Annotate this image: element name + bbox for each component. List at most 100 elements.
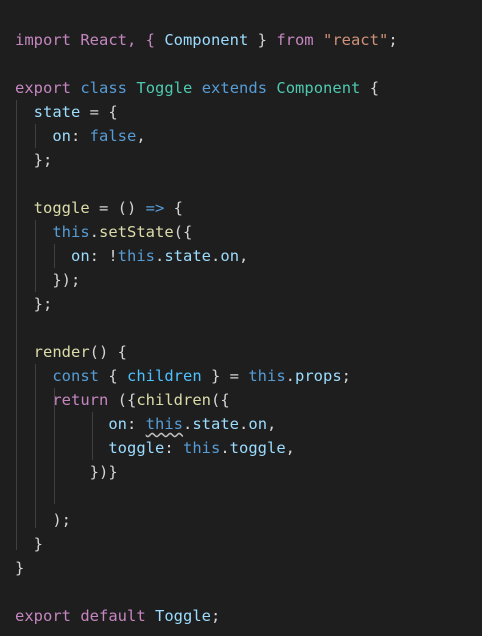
code-token: toggle xyxy=(229,439,286,457)
code-token: : xyxy=(71,127,90,145)
code-token: } = xyxy=(201,367,249,385)
code-token: this xyxy=(248,367,286,385)
code-token: state xyxy=(192,415,240,433)
code-line[interactable]: }); xyxy=(15,268,398,292)
code-line[interactable] xyxy=(15,52,398,76)
code-token: class xyxy=(80,79,128,97)
code-token: { xyxy=(164,199,184,217)
code-token: Component xyxy=(164,31,249,49)
code-line[interactable]: export default Toggle; xyxy=(15,604,398,628)
code-line[interactable] xyxy=(15,484,398,508)
code-text[interactable]: import React, { Component } from "react"… xyxy=(15,28,398,628)
code-line[interactable]: on: this.state.on, xyxy=(15,412,398,436)
code-line[interactable]: })} xyxy=(15,460,398,484)
code-line[interactable]: }; xyxy=(15,292,398,316)
code-token: }); xyxy=(15,271,81,289)
code-token: ({ xyxy=(210,391,230,409)
code-token: toggle xyxy=(33,199,90,217)
code-token: . xyxy=(183,415,193,433)
code-token: => xyxy=(145,199,165,217)
code-token: Toggle xyxy=(136,79,193,97)
code-token: on xyxy=(52,127,71,145)
code-token: Toggle xyxy=(155,607,212,625)
code-line[interactable]: } xyxy=(15,532,398,556)
code-token: state xyxy=(164,247,212,265)
code-token: on xyxy=(248,415,268,433)
code-token: : xyxy=(164,439,183,457)
code-token: . xyxy=(285,367,295,385)
code-line[interactable]: on: false, xyxy=(15,124,398,148)
code-token: export xyxy=(15,607,71,625)
code-line[interactable] xyxy=(15,316,398,340)
code-token: return xyxy=(52,391,109,409)
code-line[interactable]: state = { xyxy=(15,100,398,124)
code-token: children xyxy=(136,391,211,409)
code-token: export xyxy=(15,79,71,97)
code-token: on xyxy=(220,247,240,265)
code-token: this xyxy=(117,247,155,265)
code-token: = () xyxy=(89,199,146,217)
code-token: setState xyxy=(99,223,174,241)
code-line[interactable] xyxy=(15,580,398,604)
code-token: Component xyxy=(276,79,361,97)
code-line[interactable]: import React, { Component } from "react"… xyxy=(15,28,398,52)
code-token: , xyxy=(239,247,249,265)
code-token: on xyxy=(71,247,90,265)
code-token: } xyxy=(248,31,277,49)
code-token: ; xyxy=(211,607,221,625)
code-token: , xyxy=(267,415,277,433)
code-line[interactable] xyxy=(15,172,398,196)
code-token: () { xyxy=(89,343,127,361)
code-token: import React, { xyxy=(15,31,165,49)
code-token: ); xyxy=(15,511,71,529)
code-token: } xyxy=(15,559,25,577)
code-line[interactable]: toggle = () => { xyxy=(15,196,398,220)
code-token: ({ xyxy=(173,223,193,241)
code-line[interactable]: this.setState({ xyxy=(15,220,398,244)
code-token: ; xyxy=(388,31,398,49)
code-token: children xyxy=(127,367,202,385)
code-line[interactable]: const { children } = this.props; xyxy=(15,364,398,388)
code-token: from xyxy=(276,31,314,49)
code-line[interactable]: toggle: this.toggle, xyxy=(15,436,398,460)
code-token: . xyxy=(220,439,230,457)
code-line[interactable]: }; xyxy=(15,148,398,172)
code-line[interactable]: ); xyxy=(15,508,398,532)
code-token: this xyxy=(145,415,183,433)
code-token: ({ xyxy=(108,391,137,409)
code-token: , xyxy=(136,127,146,145)
code-line[interactable]: export class Toggle extends Component { xyxy=(15,76,398,100)
code-token: : xyxy=(127,415,146,433)
code-editor[interactable]: import React, { Component } from "react"… xyxy=(0,0,482,636)
code-token: { xyxy=(99,367,127,385)
code-token: , xyxy=(285,439,296,457)
code-line[interactable]: on: !this.state.on, xyxy=(15,244,398,268)
code-token: . xyxy=(211,247,221,265)
code-line[interactable]: return ({children({ xyxy=(15,388,398,412)
code-token: state xyxy=(33,103,81,121)
code-token: on xyxy=(108,415,127,433)
code-token: . xyxy=(239,415,249,433)
code-line[interactable]: } xyxy=(15,556,398,580)
code-token: { xyxy=(360,79,380,97)
code-token: false xyxy=(89,127,137,145)
code-token: const xyxy=(52,367,99,385)
code-line[interactable]: render() { xyxy=(15,340,398,364)
code-token: "react" xyxy=(322,31,389,49)
